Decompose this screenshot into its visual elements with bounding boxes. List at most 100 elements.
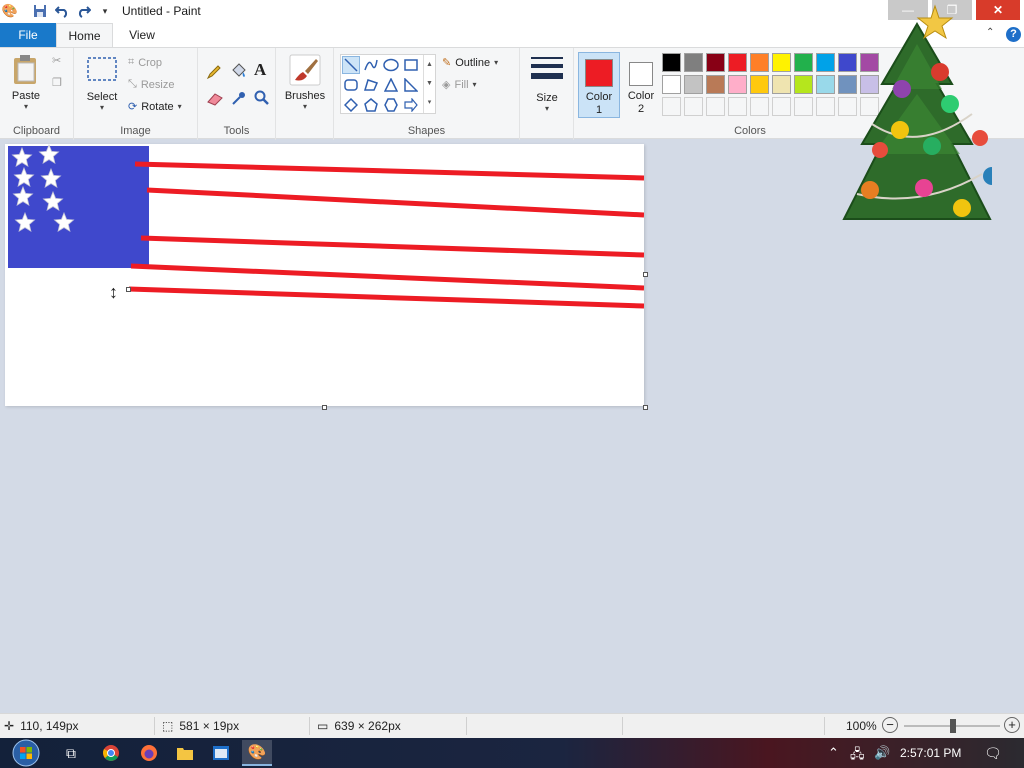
brush-icon <box>289 54 321 86</box>
palette-color-swatch[interactable] <box>750 53 769 72</box>
size-label: Size <box>536 92 558 104</box>
right-arrow-shape-icon[interactable] <box>402 96 420 114</box>
palette-empty-swatch[interactable] <box>684 97 703 116</box>
paste-button[interactable]: Paste ▾ <box>6 54 46 111</box>
selection-handle[interactable] <box>126 287 131 292</box>
color2-button[interactable]: Color 2 <box>623 52 659 118</box>
palette-color-swatch[interactable] <box>706 53 725 72</box>
file-explorer-icon[interactable] <box>170 740 200 766</box>
palette-empty-swatch[interactable] <box>816 97 835 116</box>
fill-button[interactable]: ◈ Fill ▾ <box>442 78 477 92</box>
paste-label: Paste <box>11 90 41 102</box>
resize-button[interactable]: ⤡ Resize <box>128 78 174 91</box>
line-shape-icon[interactable] <box>342 56 360 74</box>
rounded-rectangle-shape-icon[interactable] <box>342 76 360 94</box>
shapes-gallery[interactable]: ▲ ▼ ▾ <box>340 54 436 114</box>
oval-shape-icon[interactable] <box>382 56 400 74</box>
curve-shape-icon[interactable] <box>362 56 380 74</box>
flag-stripe <box>146 187 645 218</box>
palette-empty-swatch[interactable] <box>794 97 813 116</box>
zoom-in-button[interactable]: + <box>1004 717 1020 733</box>
size-button[interactable]: Size ▾ <box>526 54 568 113</box>
task-view-icon[interactable]: ⧉ <box>56 740 86 766</box>
palette-color-swatch[interactable] <box>816 75 835 94</box>
diamond-shape-icon[interactable] <box>342 96 360 114</box>
palette-empty-swatch[interactable] <box>706 97 725 116</box>
pentagon-shape-icon[interactable] <box>362 96 380 114</box>
firefox-icon[interactable] <box>134 740 164 766</box>
pencil-icon[interactable] <box>206 64 222 80</box>
palette-empty-swatch[interactable] <box>728 97 747 116</box>
help-icon[interactable]: ? <box>1006 27 1021 42</box>
eraser-icon[interactable] <box>206 92 224 106</box>
windows-start-icon <box>12 739 40 767</box>
palette-color-swatch[interactable] <box>684 75 703 94</box>
palette-color-swatch[interactable] <box>728 75 747 94</box>
rectangle-shape-icon[interactable] <box>402 56 420 74</box>
status-divider <box>622 717 623 735</box>
zoom-out-button[interactable]: − <box>882 717 898 733</box>
taskbar-clock[interactable]: 2:57:01 PM <box>900 746 961 760</box>
tab-home[interactable]: Home <box>56 23 113 47</box>
palette-color-swatch[interactable] <box>750 75 769 94</box>
flag-stripe <box>128 286 645 309</box>
paint-app-icon[interactable]: 🎨 <box>2 3 18 19</box>
palette-color-swatch[interactable] <box>794 53 813 72</box>
resize-handle-bottom[interactable] <box>322 405 327 410</box>
palette-color-swatch[interactable] <box>772 75 791 94</box>
palette-color-swatch[interactable] <box>662 53 681 72</box>
outline-button[interactable]: ✎ Outline ▾ <box>442 56 498 70</box>
palette-color-swatch[interactable] <box>816 53 835 72</box>
customize-quick-access-icon[interactable]: ▾ <box>97 3 113 19</box>
resize-cursor-icon: ↕ <box>109 282 118 302</box>
zoom-slider-thumb[interactable] <box>950 719 956 733</box>
text-tool-icon[interactable]: A <box>254 60 266 80</box>
window-app-icon[interactable] <box>206 740 236 766</box>
network-icon[interactable]: 🖧 <box>850 745 865 767</box>
select-button[interactable]: Select ▾ <box>82 56 122 112</box>
cursor-position-value: 110, 149px <box>20 719 79 733</box>
flag-drawing <box>8 143 645 309</box>
volume-icon[interactable]: 🔊 <box>874 745 890 761</box>
size-group: Size ▾ <box>520 48 574 140</box>
magnifier-icon[interactable] <box>254 90 270 106</box>
fill-bucket-icon[interactable] <box>230 62 248 80</box>
brushes-button[interactable]: Brushes ▾ <box>282 54 328 111</box>
palette-empty-swatch[interactable] <box>750 97 769 116</box>
tab-view[interactable]: View <box>116 23 168 47</box>
cursor-position: ✛ 110, 149px <box>4 719 79 733</box>
palette-color-swatch[interactable] <box>684 53 703 72</box>
paint-taskbar-icon[interactable]: 🎨 <box>242 740 272 766</box>
tab-file[interactable]: File <box>0 23 56 47</box>
color-picker-icon[interactable] <box>231 90 247 106</box>
notifications-icon[interactable]: 🗨 <box>984 745 1002 762</box>
show-hidden-icons-icon[interactable]: ⌃ <box>828 745 839 761</box>
hexagon-shape-icon[interactable] <box>382 96 400 114</box>
undo-icon[interactable] <box>54 3 70 19</box>
triangle-shape-icon[interactable] <box>382 76 400 94</box>
palette-color-swatch[interactable] <box>728 53 747 72</box>
rotate-button[interactable]: ⟳ Rotate ▾ <box>128 100 182 114</box>
palette-color-swatch[interactable] <box>706 75 725 94</box>
right-triangle-shape-icon[interactable] <box>402 76 420 94</box>
shapes-scroll[interactable]: ▲ ▼ ▾ <box>423 55 435 113</box>
palette-color-swatch[interactable] <box>794 75 813 94</box>
resize-handle-corner[interactable] <box>643 405 648 410</box>
palette-color-swatch[interactable] <box>772 53 791 72</box>
color1-button[interactable]: Color 1 <box>578 52 620 118</box>
polygon-shape-icon[interactable] <box>362 76 380 94</box>
resize-handle-right[interactable] <box>643 272 648 277</box>
start-button[interactable] <box>8 738 44 768</box>
tools-group: A Tools <box>198 48 276 140</box>
redo-icon[interactable] <box>76 3 92 19</box>
chrome-icon[interactable] <box>96 740 126 766</box>
cut-icon[interactable]: ✂ <box>52 54 61 67</box>
save-icon[interactable] <box>32 3 48 19</box>
palette-color-swatch[interactable] <box>662 75 681 94</box>
fill-dropdown-icon: ▾ <box>472 80 477 89</box>
copy-icon[interactable]: ❐ <box>52 76 62 89</box>
palette-empty-swatch[interactable] <box>662 97 681 116</box>
drawing-canvas[interactable]: ↕ <box>5 143 648 410</box>
palette-empty-swatch[interactable] <box>772 97 791 116</box>
crop-button[interactable]: ⌗ Crop <box>128 56 162 69</box>
